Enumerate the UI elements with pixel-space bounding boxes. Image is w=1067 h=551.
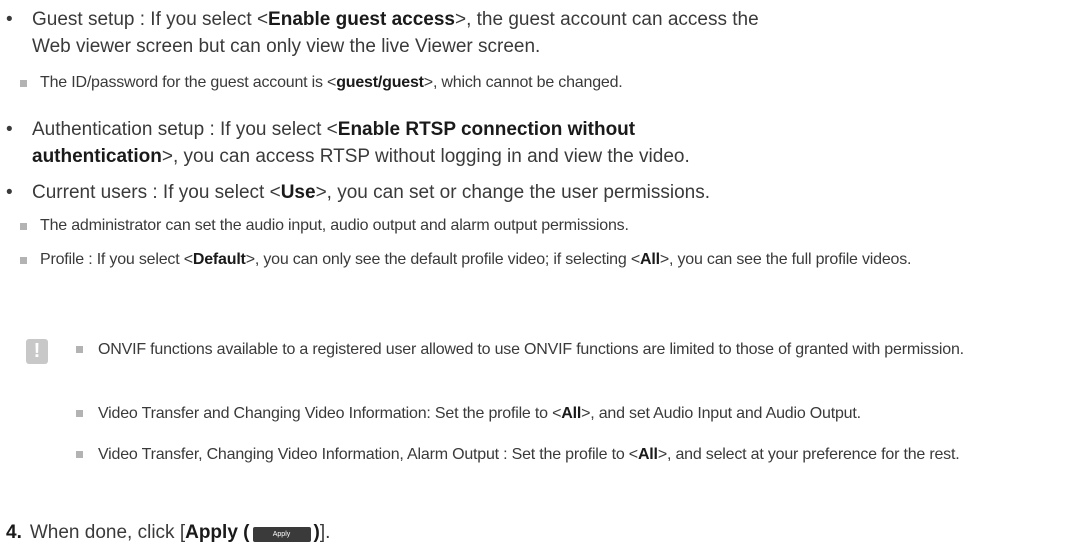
bullet-dot: • — [6, 182, 13, 203]
square-bullet-icon — [76, 410, 83, 417]
bullet-dot: • — [6, 119, 13, 140]
square-bullet-icon — [76, 451, 83, 458]
exclamation-icon: ! — [26, 339, 48, 364]
bullet-dot: • — [6, 9, 13, 30]
square-bullet-icon — [20, 80, 27, 87]
square-bullet-icon — [20, 257, 27, 264]
bullet-authentication-setup: • Authentication setup : If you select <… — [6, 116, 786, 170]
apply-button[interactable]: Apply — [252, 527, 311, 542]
warning-onvif-limits: ONVIF functions available to a registere… — [76, 336, 1056, 363]
warning-video-transfer: Video Transfer and Changing Video Inform… — [76, 400, 1056, 427]
square-bullet-icon — [20, 223, 27, 230]
bullet-guest-setup: • Guest setup : If you select <Enable gu… — [6, 6, 766, 60]
note-profile: Profile : If you select <Default>, you c… — [20, 248, 1040, 272]
warning-alarm-output: Video Transfer, Changing Video Informati… — [76, 441, 1056, 468]
note-guest-credentials: The ID/password for the guest account is… — [20, 71, 1050, 95]
note-administrator-permissions: The administrator can set the audio inpu… — [20, 214, 1050, 238]
step-apply: 4. When done, click [Apply (Apply)]. — [6, 522, 331, 543]
bullet-current-users: • Current users : If you select <Use>, y… — [6, 179, 1036, 206]
square-bullet-icon — [76, 346, 83, 353]
